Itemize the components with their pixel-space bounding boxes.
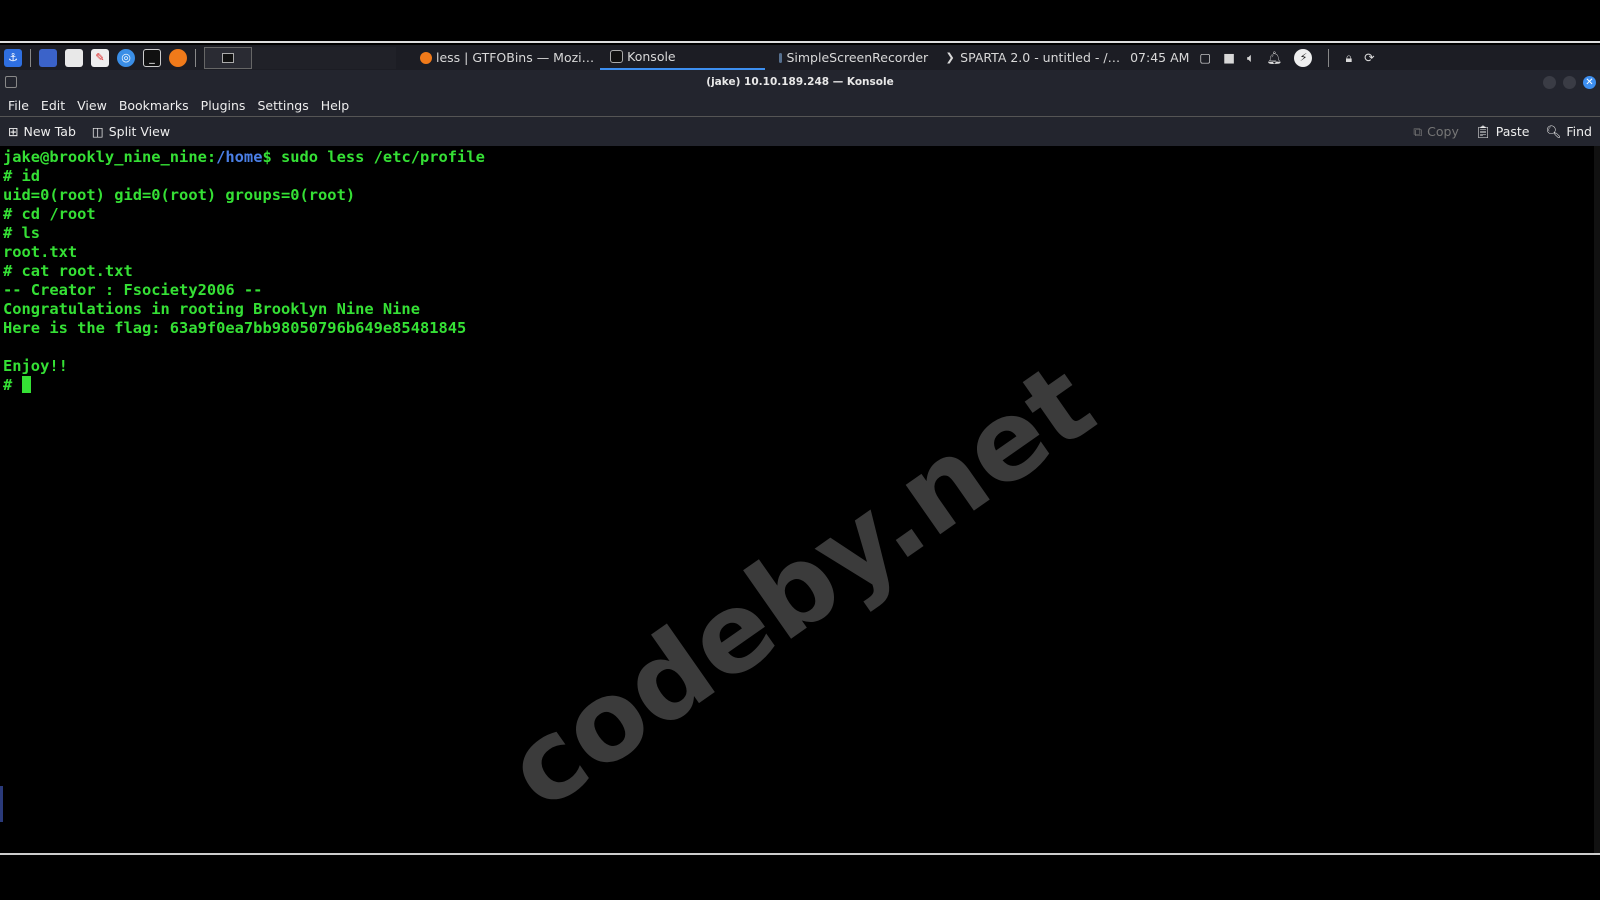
firefox-icon xyxy=(420,51,432,64)
divider xyxy=(1328,48,1330,67)
taskbar: ⚓ ✎ ◎ _ less | GTFOBins — Mozi… Konsole … xyxy=(0,45,1600,70)
terminal-area[interactable]: codeby.net jake@brookly_nine_nine:/home$… xyxy=(0,146,1600,855)
current-prompt: # xyxy=(3,376,485,395)
toolbar: ⊞ New Tab ◫ Split View ⧉ Copy 📋︎ Paste 🔍︎ Fin… xyxy=(0,117,1600,146)
terminal-line: uid=0(root) gid=0(root) groups=0(root) xyxy=(3,186,356,204)
display-icon[interactable]: ▢ xyxy=(1199,50,1211,65)
workspace-4[interactable] xyxy=(348,46,396,69)
terminal-output: jake@brookly_nine_nine:/home$ sudo less … xyxy=(3,148,485,395)
side-indicator xyxy=(0,786,3,822)
find-button[interactable]: 🔍︎ Find xyxy=(1538,124,1600,140)
window-menu-icon[interactable] xyxy=(5,76,17,88)
terminal-line: Enjoy!! xyxy=(3,357,68,375)
paste-icon: 📋︎ xyxy=(1474,123,1491,139)
workspace-3[interactable] xyxy=(300,46,348,69)
top-black-bar xyxy=(0,0,1600,43)
file-manager-icon[interactable] xyxy=(65,48,83,67)
sparta-icon: ❯ xyxy=(945,51,955,64)
menu-view[interactable]: View xyxy=(77,98,107,113)
divider xyxy=(30,48,31,67)
terminal-icon[interactable]: _ xyxy=(143,48,161,67)
window-title: (jake) 10.10.189.248 — Konsole xyxy=(706,76,894,88)
lock-icon[interactable]: 🔒︎ xyxy=(1345,50,1352,66)
split-view-button[interactable]: ◫ Split View xyxy=(84,124,178,139)
menu-plugins[interactable]: Plugins xyxy=(201,98,246,113)
terminal-line: # ls xyxy=(3,224,41,242)
workspace-1[interactable] xyxy=(204,46,252,69)
terminal-line: Here is the flag: 63a9f0ea7bb98050796b64… xyxy=(3,319,467,337)
terminal-line: # id xyxy=(3,167,41,185)
menu-file[interactable]: File xyxy=(8,98,29,113)
notification-bell-icon[interactable]: 🔔︎ xyxy=(1267,50,1283,66)
menu-settings[interactable]: Settings xyxy=(257,98,308,113)
desktop-icon[interactable] xyxy=(39,48,57,67)
video-camera-icon[interactable]: ■ xyxy=(1223,50,1235,65)
terminal-line: root.txt xyxy=(3,243,78,261)
task-konsole[interactable]: Konsole xyxy=(600,45,766,70)
menu-edit[interactable]: Edit xyxy=(41,98,65,113)
browser-globe-icon[interactable]: ◎ xyxy=(117,48,135,67)
copy-button[interactable]: ⧉ Copy xyxy=(1405,124,1467,140)
maximize-button[interactable] xyxy=(1563,76,1576,89)
split-view-icon: ◫ xyxy=(91,124,104,139)
scrollbar[interactable] xyxy=(1594,146,1600,853)
logout-icon[interactable]: ⟳ xyxy=(1364,50,1374,65)
terminal-icon xyxy=(610,50,624,63)
terminal-line: -- Creator : Fsociety2006 -- xyxy=(3,281,263,299)
new-tab-icon: ⊞ xyxy=(8,124,19,139)
task-firefox[interactable]: less | GTFOBins — Mozi… xyxy=(410,45,600,70)
minimize-button[interactable] xyxy=(1543,76,1556,89)
new-tab-button[interactable]: ⊞ New Tab xyxy=(0,124,84,139)
copy-icon: ⧉ xyxy=(1413,123,1423,139)
cursor xyxy=(21,376,31,393)
clock[interactable]: 07:45 AM xyxy=(1130,50,1189,65)
terminal-line: # cd /root xyxy=(3,205,96,223)
terminal-line: # cat root.txt xyxy=(3,262,133,280)
text-editor-icon[interactable]: ✎ xyxy=(91,48,109,67)
power-manager-icon[interactable]: ⚡ xyxy=(1294,48,1313,67)
search-icon: 🔍︎ xyxy=(1545,123,1562,139)
menu-bookmarks[interactable]: Bookmarks xyxy=(119,98,189,113)
divider xyxy=(195,48,196,67)
window-titlebar: (jake) 10.10.189.248 — Konsole xyxy=(0,70,1600,94)
task-sparta[interactable]: ❯ SPARTA 2.0 - untitled - /… xyxy=(934,45,1126,70)
terminal-line: Congratulations in rooting Brooklyn Nine… xyxy=(3,300,420,318)
kali-menu-icon[interactable]: ⚓ xyxy=(4,48,22,67)
prompt-line: jake@brookly_nine_nine:/home$ sudo less … xyxy=(3,148,485,166)
workspace-2[interactable] xyxy=(252,46,300,69)
paste-button[interactable]: 📋︎ Paste xyxy=(1467,124,1538,140)
firefox-icon[interactable] xyxy=(169,48,187,67)
menu-bar: File Edit View Bookmarks Plugins Setting… xyxy=(0,94,1600,117)
close-button[interactable]: ✕ xyxy=(1583,76,1596,89)
watermark: codeby.net xyxy=(484,338,1116,834)
menu-help[interactable]: Help xyxy=(321,98,350,113)
task-simplescreenrecorder[interactable]: SimpleScreenRecorder xyxy=(769,45,934,70)
volume-icon[interactable]: 🔈︎ xyxy=(1247,50,1255,66)
recorder-icon xyxy=(779,52,783,63)
